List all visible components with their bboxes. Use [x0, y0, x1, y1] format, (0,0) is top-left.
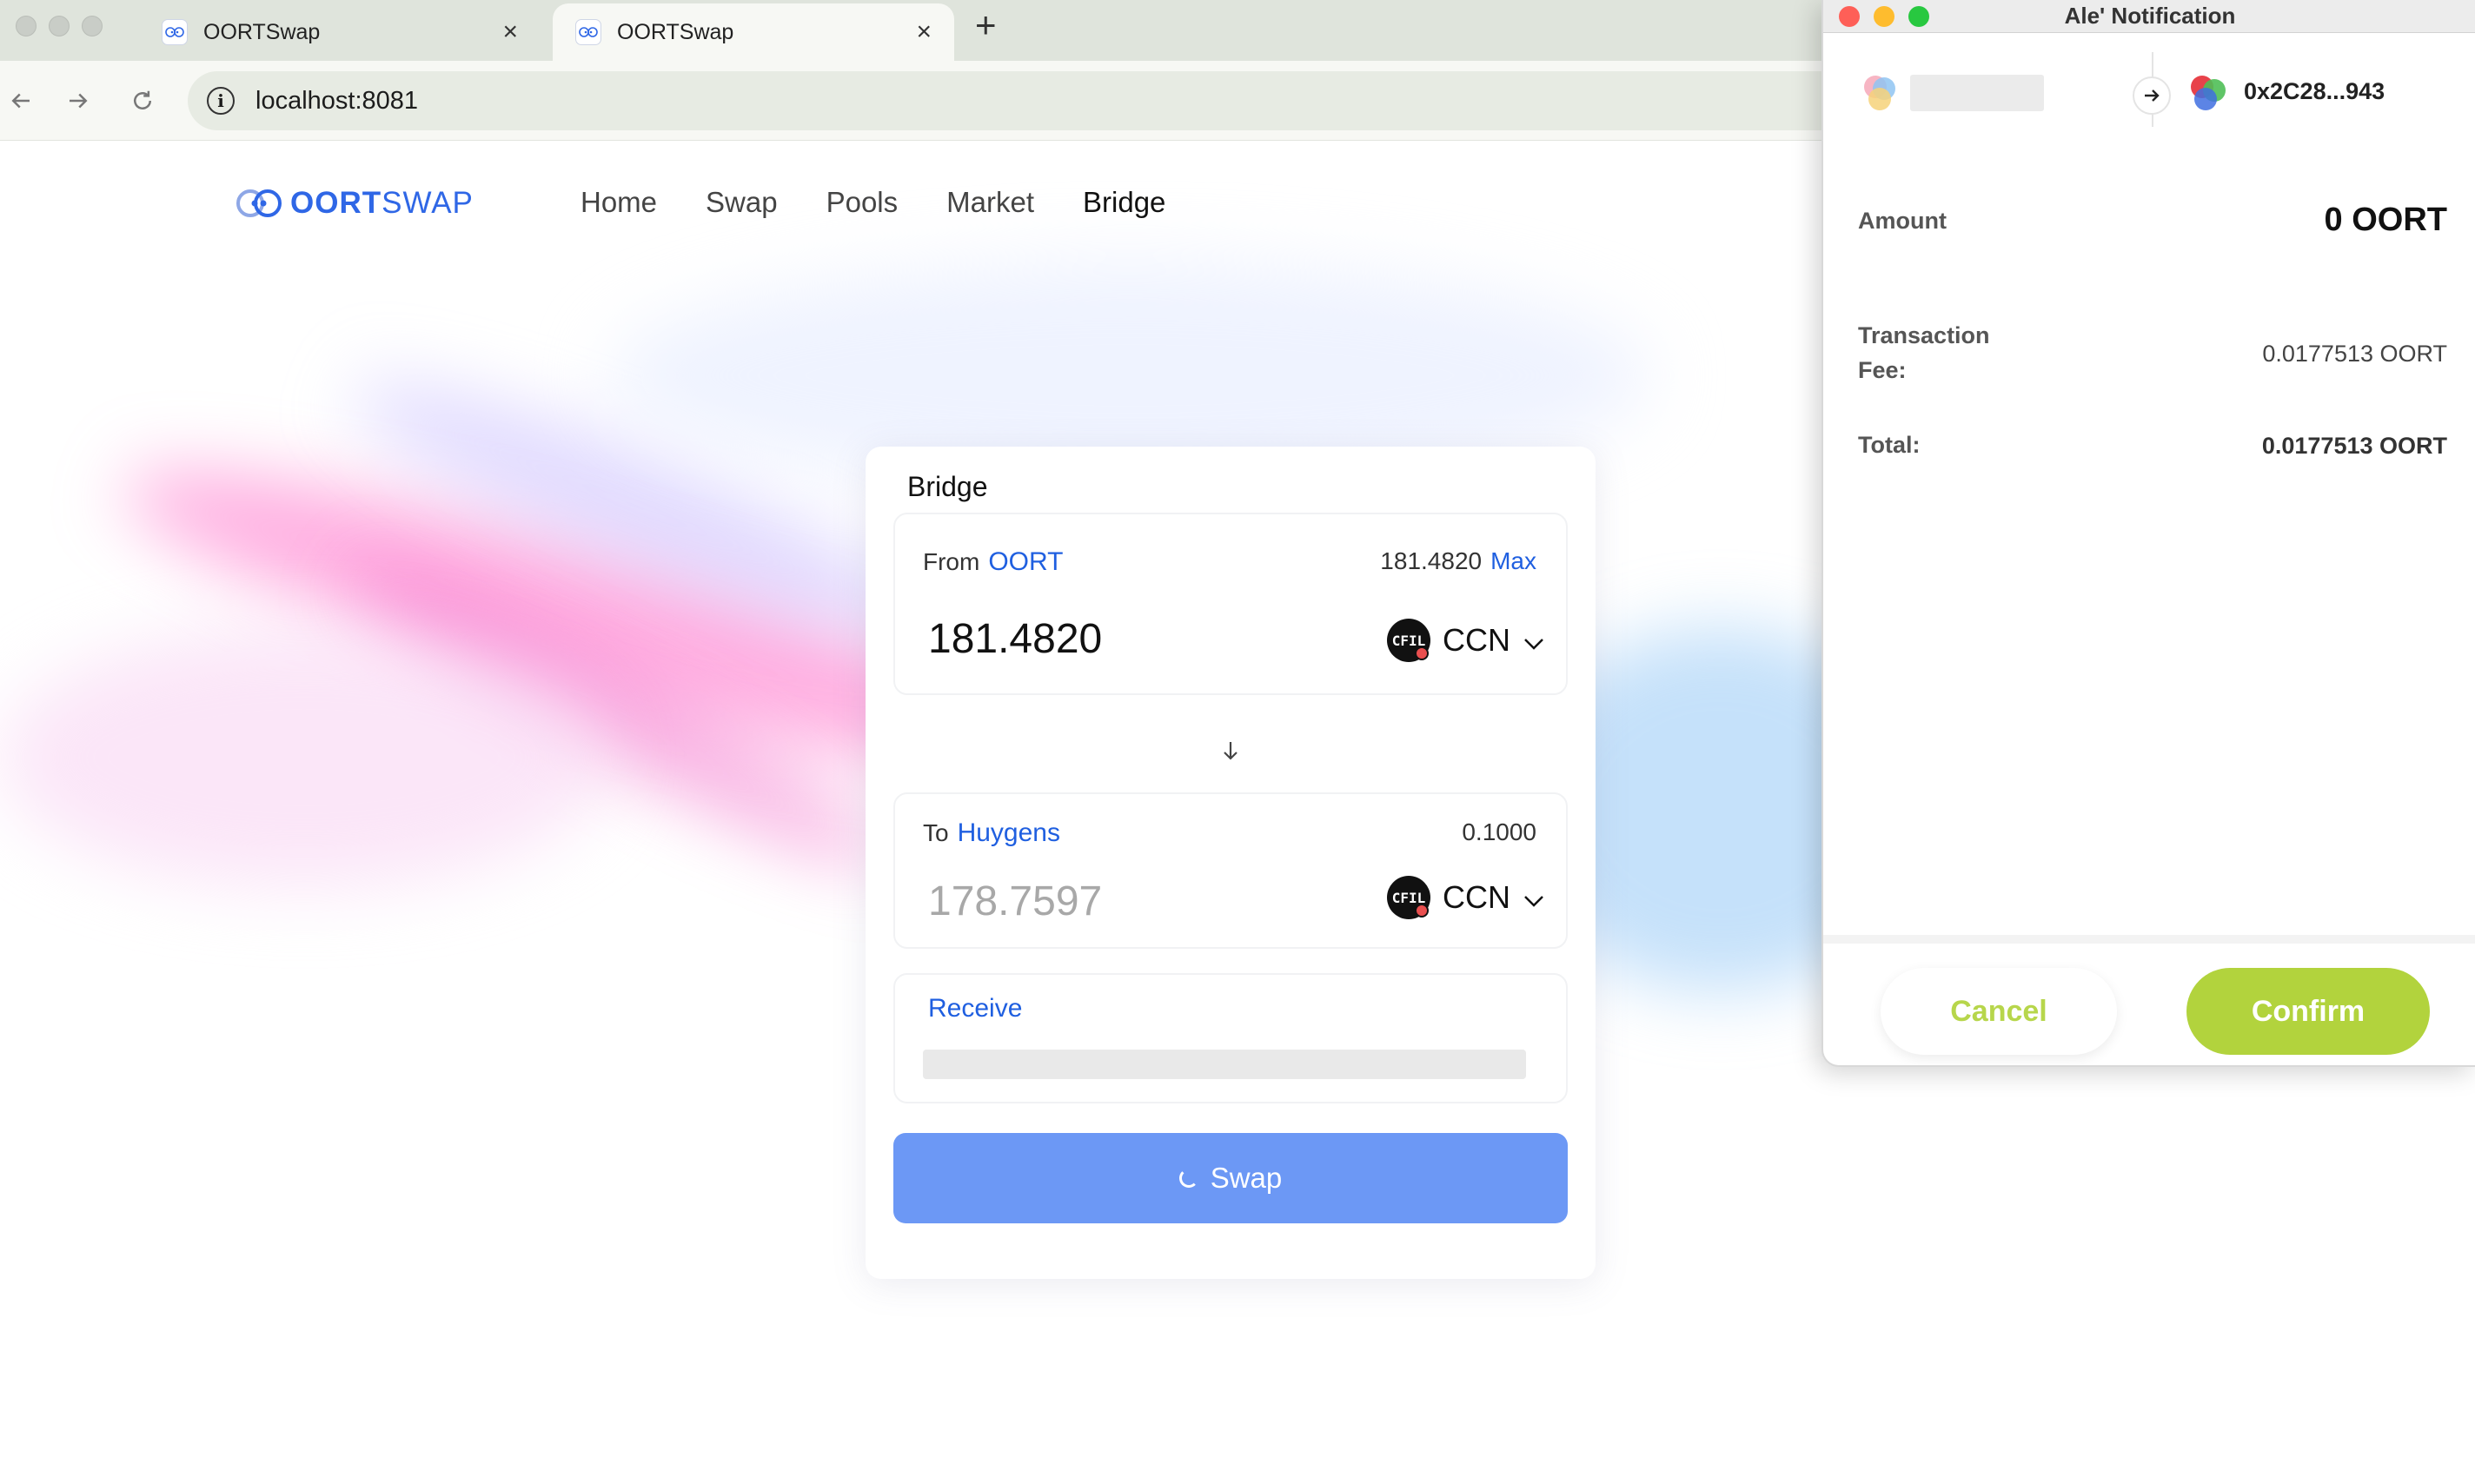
receive-address-input[interactable] [923, 1050, 1526, 1079]
ccn-token-icon: CFIL [1387, 876, 1430, 919]
to-network-selector[interactable]: Huygens [958, 818, 1060, 847]
confirm-button[interactable]: Confirm [2186, 968, 2430, 1055]
background-glow-soft-pink [0, 627, 608, 888]
to-panel: To Huygens 0.1000 178.7597 CFIL CCN [893, 792, 1568, 949]
nav-swap[interactable]: Swap [706, 186, 778, 219]
swap-button-label: Swap [1210, 1162, 1283, 1194]
browser-tab-2-active[interactable]: OORTSwap × [553, 3, 954, 61]
recipient-address: 0x2C28...943 [2244, 78, 2385, 104]
oortswap-favicon-icon [575, 19, 601, 45]
swap-button[interactable]: Swap [893, 1133, 1568, 1223]
account-transfer-row: 0x2C28...943 [1823, 33, 2475, 151]
arrow-down-icon[interactable] [1217, 737, 1244, 765]
tab-title: OORTSwap [617, 19, 734, 44]
tab-title: OORTSwap [203, 19, 321, 44]
logo-wordmark: OORTSWAP [290, 186, 474, 220]
nav-market[interactable]: Market [946, 186, 1034, 219]
url-text: localhost:8081 [255, 86, 419, 115]
to-amount-output: 178.7597 [928, 878, 1103, 924]
chevron-down-icon [1523, 879, 1545, 916]
window-controls[interactable] [16, 16, 103, 36]
popup-window-title: Ale' Notification [2064, 3, 2236, 29]
chevron-down-icon [1523, 622, 1545, 659]
close-window-button[interactable] [1839, 6, 1860, 27]
reload-icon[interactable] [125, 83, 160, 118]
main-navigation: Home Swap Pools Market Bridge [581, 186, 1165, 219]
amount-value: 0 OORT [2324, 202, 2447, 238]
total-value: 0.0177513 OORT [2261, 433, 2447, 459]
new-tab-plus-icon[interactable]: + [975, 7, 997, 43]
wallet-notification-window: Ale' Notification 0x2C28...943 Amount 0 … [1821, 0, 2475, 1067]
close-tab-icon[interactable]: × [502, 19, 518, 45]
zoom-window-button[interactable] [82, 16, 103, 36]
transaction-fee-value: 0.0177513 OORT [2262, 341, 2447, 367]
forward-arrow-icon[interactable] [61, 83, 96, 118]
minimize-window-button[interactable] [1874, 6, 1894, 27]
browser-tab-1[interactable]: OORTSwap × [139, 3, 541, 61]
total-label: Total: [1858, 432, 1921, 458]
minimize-window-button[interactable] [49, 16, 70, 36]
amount-label: Amount [1858, 208, 1947, 234]
nav-pools[interactable]: Pools [826, 186, 899, 219]
loading-spinner-icon [1178, 1169, 1198, 1188]
popup-footer: Cancel Confirm [1823, 935, 2475, 1065]
zoom-window-button[interactable] [1908, 6, 1929, 27]
recipient-avatar-icon [2191, 76, 2226, 110]
ccn-token-icon: CFIL [1387, 619, 1430, 662]
bridge-card: Bridge From OORT 181.4820 Max 181.4820 CFI… [866, 447, 1596, 1279]
from-token-selector[interactable]: CFIL CCN [1387, 619, 1545, 662]
oortswap-logo-icon [236, 189, 282, 217]
to-label: To Huygens [923, 818, 1060, 847]
from-panel: From OORT 181.4820 Max 181.4820 CFIL CCN [893, 513, 1568, 695]
oortswap-logo[interactable]: OORTSWAP [235, 186, 474, 221]
to-balance: 0.1000 [1462, 818, 1536, 845]
arrow-right-icon [2133, 76, 2171, 115]
cancel-button[interactable]: Cancel [1881, 968, 2117, 1055]
transaction-fee-label: Transaction Fee: [1858, 322, 1990, 383]
to-token-symbol: CCN [1443, 879, 1510, 915]
max-button[interactable]: Max [1490, 547, 1536, 574]
from-label: From OORT [923, 547, 1064, 576]
popup-title-bar: Ale' Notification [1823, 0, 2475, 33]
from-network-selector[interactable]: OORT [988, 547, 1063, 576]
oortswap-favicon-icon [162, 19, 188, 45]
receive-label: Receive [928, 994, 1023, 1023]
popup-window-controls[interactable] [1839, 6, 1929, 27]
receive-panel: Receive [893, 973, 1568, 1103]
address-bar[interactable]: i localhost:8081 [188, 71, 2100, 130]
nav-home[interactable]: Home [581, 186, 657, 219]
bridge-title: Bridge [907, 471, 988, 502]
close-tab-icon[interactable]: × [916, 19, 932, 45]
from-amount-input[interactable]: 181.4820 [928, 615, 1102, 663]
close-window-button[interactable] [16, 16, 36, 36]
from-token-symbol: CCN [1443, 622, 1510, 658]
to-token-selector[interactable]: CFIL CCN [1387, 876, 1545, 919]
back-arrow-icon[interactable] [3, 83, 38, 118]
sender-account-name-redacted [1910, 75, 2044, 111]
sender-avatar-icon [1864, 76, 1895, 110]
from-balance: 181.4820 Max [1380, 547, 1536, 574]
site-info-icon[interactable]: i [207, 87, 235, 115]
nav-bridge[interactable]: Bridge [1083, 186, 1165, 219]
